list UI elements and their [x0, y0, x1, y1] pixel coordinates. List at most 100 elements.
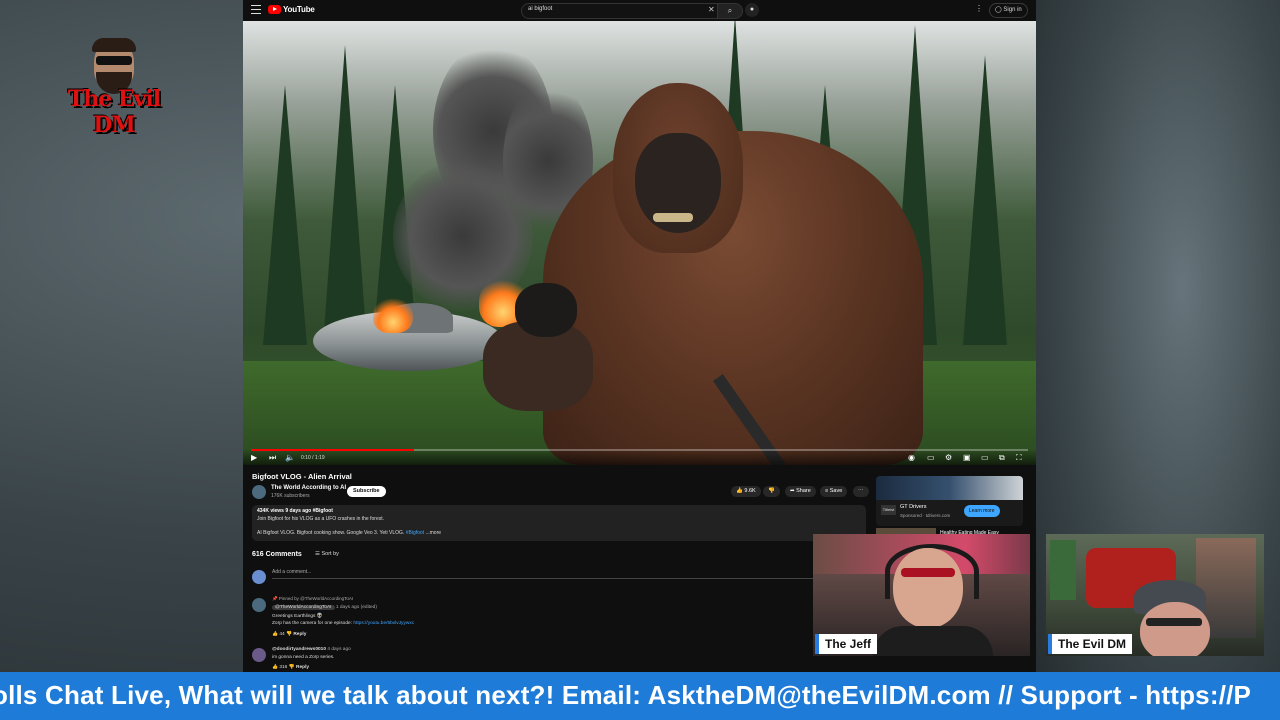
search-icon: ⌕ — [727, 6, 733, 15]
ticker-text: olls Chat Live, What will we talk about … — [0, 680, 1252, 710]
comment-avatar[interactable] — [252, 598, 266, 612]
thumbs-down-icon[interactable]: 👎 — [286, 632, 292, 637]
sponsored-ad-card[interactable]: Titleist GT Drivers Sponsored · tdrivers… — [876, 476, 1023, 526]
comment-time[interactable]: 1 days ago (edited) — [336, 605, 377, 610]
fullscreen-icon[interactable]: ⛶ — [1016, 453, 1022, 463]
tree — [963, 55, 1007, 345]
sign-in-label: Sign in — [1003, 7, 1022, 13]
ad-logo: Titleist — [881, 505, 896, 515]
hamburger-menu-icon[interactable] — [251, 5, 261, 14]
sort-by-button[interactable]: ☰ Sort by — [315, 551, 339, 557]
youtube-logo-icon[interactable] — [268, 5, 281, 14]
subscribe-button[interactable]: Subscribe — [347, 486, 386, 497]
description-text: AI Bigfoot VLOG. Bigfoot cooking show. G… — [257, 530, 406, 536]
person-face — [893, 548, 963, 628]
progress-bar-fill — [251, 449, 415, 451]
comment-time[interactable]: 4 days ago — [327, 647, 350, 652]
cast-icon[interactable]: ⧉ — [999, 453, 1005, 463]
sign-in-button[interactable]: ◯ Sign in — [989, 3, 1028, 18]
reply-button[interactable]: Reply — [293, 632, 306, 637]
glasses — [901, 568, 955, 577]
description-line-2: AI Bigfoot VLOG. Bigfoot cooking show. G… — [257, 530, 441, 536]
dislike-button[interactable]: 👎 — [763, 486, 780, 497]
thumbs-up-icon[interactable]: 👍 — [272, 632, 278, 637]
ad-image[interactable] — [876, 476, 1023, 500]
add-comment-input[interactable]: Add a comment... — [272, 569, 866, 579]
bigfoot-teeth — [653, 213, 693, 222]
share-button[interactable]: ➦ Share — [785, 486, 816, 497]
tree — [323, 45, 367, 345]
description-box[interactable]: 434K views 9 days ago #Bigfoot Join Bigf… — [252, 505, 866, 541]
youtube-logo-text[interactable]: YouTube — [283, 5, 315, 14]
microphone-icon: ● — [749, 6, 755, 13]
shelf-items — [1050, 540, 1076, 600]
person-shirt — [873, 626, 993, 656]
comment-text: im gonna need a Zorp series. — [272, 655, 335, 660]
person-face — [1140, 602, 1210, 656]
captions-icon[interactable]: ▭ — [927, 453, 935, 462]
more-actions-button[interactable]: ⋯ — [853, 486, 869, 497]
settings-gear-icon[interactable]: ⚙ — [945, 453, 952, 462]
channel-avatar[interactable] — [252, 485, 266, 499]
progress-bar[interactable] — [251, 449, 1028, 451]
search-input-value[interactable]: ai bigfoot — [528, 6, 552, 12]
voice-search-button[interactable]: ● — [745, 3, 759, 17]
volume-icon[interactable]: 🔈 — [285, 453, 295, 462]
play-icon[interactable]: ▶ — [251, 453, 257, 462]
search-button[interactable]: ⌕ — [717, 3, 743, 19]
pinned-label: 📌 Pinned by @TheWorldAccordingToAI — [272, 596, 353, 602]
like-button[interactable]: 👍 9.6K — [731, 486, 761, 497]
search-input[interactable]: ai bigfoot ✕ — [521, 3, 727, 19]
ad-title[interactable]: GT Drivers — [900, 504, 926, 510]
autoplay-toggle-icon[interactable]: ◉ — [908, 453, 915, 462]
logo-sunglasses — [96, 56, 132, 65]
comment-link[interactable]: https://youtu.be/6bxlvJyywxc — [353, 621, 414, 626]
thumbs-down-icon: 👎 — [768, 488, 775, 494]
show-more-link[interactable]: ...more — [425, 530, 441, 536]
comment-avatar[interactable] — [252, 648, 266, 662]
more-horiz-icon: ⋯ — [858, 488, 864, 494]
theater-mode-icon[interactable]: ▭ — [981, 453, 989, 462]
nameplate-the-evil-dm: The Evil DM — [1052, 634, 1133, 654]
glasses — [1146, 618, 1202, 626]
thumbs-up-icon[interactable]: 👍 — [272, 665, 278, 670]
more-options-icon[interactable]: ⋮ — [975, 4, 983, 13]
ad-sponsored-label: Sponsored · tdrivers.com — [900, 513, 951, 518]
comment-author[interactable]: @TheWorldAccordingToAI — [272, 605, 335, 610]
comment-actions: 👍 316 👎 Reply — [272, 665, 309, 670]
clear-search-icon[interactable]: ✕ — [708, 5, 715, 14]
channel-subscriber-count: 176K subscribers — [271, 493, 310, 499]
logo-text: The Evil DM — [67, 86, 161, 138]
video-title: Bigfoot VLOG - Alien Arrival — [252, 472, 352, 481]
save-label: Save — [829, 488, 843, 494]
channel-name[interactable]: The World According to AI — [271, 485, 346, 491]
hashtag-link[interactable]: #Bigfoot — [406, 530, 424, 536]
comment-text-line-2: Zorp has the camera for one episode: htt… — [272, 621, 414, 626]
tree — [263, 85, 307, 345]
miniplayer-icon[interactable]: ▣ — [963, 453, 971, 462]
sort-by-label: Sort by — [321, 551, 339, 557]
the-evil-dm-logo: The Evil DM — [58, 38, 170, 138]
pin-icon: 📌 — [272, 596, 279, 601]
thumbs-down-icon[interactable]: 👎 — [289, 665, 295, 670]
comments-count: 616 Comments — [252, 551, 302, 558]
description-line: Join Bigfoot for his VLOG as a UFO crash… — [257, 516, 384, 522]
logo-hair-top — [92, 38, 136, 52]
video-player[interactable]: ▶ ⏭ 🔈 0:10 / 1:19 ◉ ▭ ⚙ ▣ ▭ ⧉ ⛶ — [243, 21, 1036, 465]
learn-more-button[interactable]: Learn more — [964, 505, 1000, 517]
share-label: Share — [796, 488, 811, 494]
webcam-the-evil-dm: The Evil DM — [1046, 534, 1264, 656]
comment-header: @doodirtyandrews0010 4 days ago — [272, 647, 351, 652]
time-display: 0:10 / 1:19 — [301, 455, 325, 461]
comment-author[interactable]: @doodirtyandrews0010 — [272, 647, 326, 652]
save-button[interactable]: ≡ Save — [820, 486, 848, 497]
comment-likes: 44 — [279, 632, 285, 637]
comment-text: Greetings Earthlings 👽 — [272, 614, 323, 619]
fire — [373, 297, 413, 333]
player-controls: ▶ ⏭ 🔈 0:10 / 1:19 ◉ ▭ ⚙ ▣ ▭ ⧉ ⛶ — [243, 449, 1036, 465]
comment-header: @TheWorldAccordingToAI 1 days ago (edite… — [272, 605, 377, 610]
webcam-the-jeff: The Jeff — [813, 534, 1030, 656]
meteor-rock — [515, 283, 577, 337]
reply-button[interactable]: Reply — [296, 665, 309, 670]
next-icon[interactable]: ⏭ — [269, 453, 276, 463]
